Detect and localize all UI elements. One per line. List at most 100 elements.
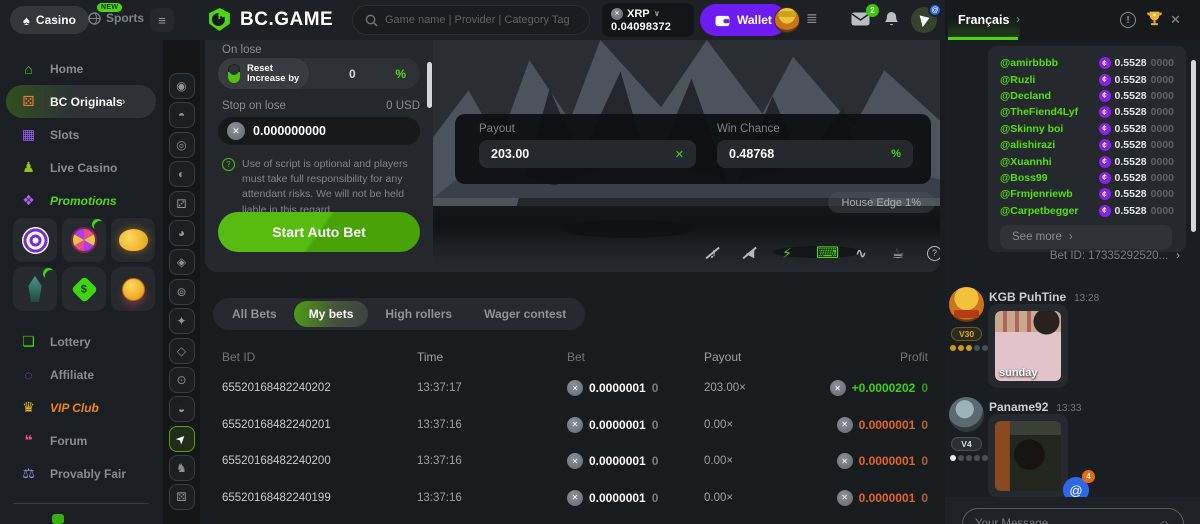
help-icon[interactable]: ? (927, 246, 940, 261)
message-author-row: KGB PuhTine 13:28 (989, 290, 1099, 304)
tab-all-bets[interactable]: All Bets (217, 301, 292, 327)
tab-my-bets[interactable]: My bets (294, 301, 369, 327)
chat-language-tab[interactable]: Français (958, 13, 1009, 27)
rain-row[interactable]: @Skinny boi¢0.55280000 (1000, 121, 1174, 137)
table-row[interactable]: 65520168482240202 13:37:17 ✕0.00000010 2… (205, 370, 940, 407)
rain-row[interactable]: @Carpetbegger¢0.55280000 (1000, 203, 1174, 219)
user-avatar[interactable] (774, 7, 800, 33)
game-strip-icon[interactable]: ⚄ (169, 484, 195, 510)
emoji-icon[interactable]: ☺ (1158, 517, 1171, 524)
game-strip-icon[interactable]: ◈ (169, 249, 195, 275)
hotkeys-icon[interactable]: ⌨ (816, 243, 832, 263)
game-strip-icon[interactable]: ◎ (169, 132, 195, 158)
currency-selector[interactable]: ✕ XRP ∨ 0.04098372 (602, 3, 694, 37)
main-sidebar: ⌂ Home ⚄ BC Originals › ▦ Slots ♟ Live C… (0, 40, 163, 524)
increase-value-input[interactable]: 0 (309, 67, 395, 81)
bcgame-app: ♠ Casino Sports NEW ≡ BC.GAME ✕ XRP (0, 0, 1200, 524)
collapse-menu-button[interactable]: ≡ (150, 8, 174, 32)
table-row[interactable]: 65520168482240200 13:37:16 ✕0.00000010 0… (205, 443, 940, 480)
table-row[interactable]: 65520168482240199 13:37:16 ✕0.00000010 0… (205, 480, 940, 517)
payout-cell: 0.00× (704, 455, 819, 467)
turbo-bolt-icon[interactable]: ⚡ (779, 245, 795, 262)
game-strip-icon[interactable]: ◒ (169, 396, 195, 422)
win-chance-input[interactable]: 0.48768 % (717, 140, 913, 168)
close-chat-button[interactable]: ✕ (1170, 12, 1181, 28)
promo-tile-rocket[interactable] (13, 267, 57, 311)
rain-row[interactable]: @alishirazi¢0.55280000 (1000, 137, 1174, 153)
bet-id-link[interactable]: Bet ID: 17335292520... › (1050, 250, 1180, 262)
table-row[interactable]: 65520168482240201 13:37:16 ✕0.00000010 0… (205, 407, 940, 444)
chat-scrollbar[interactable] (1191, 60, 1196, 232)
bet-panel-scrollbar[interactable] (427, 62, 432, 108)
rain-recipients-card: @amirbbbb¢0.55280000 @Ruzli¢0.55280000 @… (988, 46, 1186, 252)
sports-toggle[interactable]: Sports (88, 11, 144, 25)
game-strip-icon[interactable]: ◓ (169, 102, 195, 128)
username[interactable]: KGB PuhTine (989, 290, 1066, 304)
promo-tile-lucky-wheel[interactable] (62, 218, 106, 262)
leaderboard-button[interactable] (1146, 10, 1163, 27)
rain-row[interactable]: @Boss99¢0.55280000 (1000, 170, 1174, 186)
game-strip-icon[interactable]: ◉ (169, 73, 195, 99)
game-strip-icon[interactable]: ♞ (169, 455, 195, 481)
avatar[interactable] (949, 287, 984, 322)
seed-icon[interactable]: ☕ (890, 245, 906, 262)
rain-row[interactable]: @Decland¢0.55280000 (1000, 88, 1174, 104)
sidebar-item-live-casino[interactable]: ♟ Live Casino (0, 151, 163, 184)
casino-toggle[interactable]: ♠ Casino (10, 6, 89, 34)
sidebar-item-promotions[interactable]: ❖ Promotions (0, 184, 163, 217)
bcgame-logo[interactable]: BC.GAME (207, 7, 333, 32)
chat-gif-image[interactable]: sunday (995, 311, 1061, 381)
game-strip-icon[interactable]: ◐ (169, 161, 195, 187)
game-strip-icon[interactable]: ◇ (169, 338, 195, 364)
tab-high-rollers[interactable]: High rollers (370, 301, 467, 327)
game-strip-icon[interactable]: ⚂ (169, 191, 195, 217)
gif-caption: sunday (999, 367, 1038, 379)
notifications-button[interactable] (884, 11, 899, 27)
game-strip-icon[interactable]: ✦ (169, 308, 195, 334)
promo-tile-spin-wheel[interactable] (13, 218, 57, 262)
bet-list-button[interactable]: ≣ (806, 10, 818, 27)
clear-x-icon[interactable]: ✕ (675, 148, 684, 161)
coin-icon: ¢ (1099, 139, 1111, 151)
rain-row[interactable]: @TheFiend4Lyf¢0.55280000 (1000, 104, 1174, 120)
game-strip-icon[interactable]: ⊙ (169, 367, 195, 393)
avatar[interactable] (949, 397, 984, 432)
stop-on-lose-input[interactable]: ✕ 0.000000000 (218, 117, 420, 145)
see-more-button[interactable]: See more › (1000, 225, 1172, 249)
sidebar-item-forum[interactable]: ❝ Forum (0, 424, 163, 457)
rain-row[interactable]: @Ruzli¢0.55280000 (1000, 71, 1174, 87)
sidebar-item-home[interactable]: ⌂ Home (0, 52, 163, 85)
trends-icon[interactable]: ∿ (853, 245, 869, 262)
sidebar-item-bc-originals[interactable]: ⚄ BC Originals › (0, 85, 163, 118)
start-auto-bet-button[interactable]: Start Auto Bet (218, 212, 420, 252)
chat-rules-button[interactable]: ! (1120, 12, 1136, 28)
language-chevron-icon[interactable]: › (1016, 12, 1020, 26)
reset-increase-toggle[interactable]: Reset Increase by (218, 58, 309, 89)
username[interactable]: Paname92 (989, 400, 1048, 414)
game-strip-icon-active[interactable]: ➤ (169, 426, 195, 452)
sidebar-item-provably-fair[interactable]: ⚖ Provably Fair (0, 457, 163, 490)
promo-tile-gold-coin[interactable] (111, 267, 155, 311)
payout-input[interactable]: 203.00 ✕ (479, 140, 696, 168)
promo-tile-bonus-tag[interactable]: ¢$ (62, 267, 106, 311)
game-strip-icon[interactable]: ⊚ (169, 279, 195, 305)
chat-gif-image[interactable] (995, 421, 1061, 491)
search-input[interactable] (385, 14, 575, 26)
rain-row[interactable]: @amirbbbb¢0.55280000 (1000, 55, 1174, 71)
rain-row[interactable]: @Xuannhi¢0.55280000 (1000, 153, 1174, 169)
game-strip-icon[interactable]: ◕ (169, 220, 195, 246)
sidebar-item-vip-club[interactable]: ♛ VIP Club (0, 391, 163, 424)
sidebar-item-slots[interactable]: ▦ Slots (0, 118, 163, 151)
game-search[interactable] (352, 5, 590, 35)
sound-off-icon[interactable]: ◄ (742, 245, 758, 261)
promo-tile-piggy-bank[interactable] (111, 218, 155, 262)
trophy-icon (1146, 10, 1163, 27)
sidebar-item-affiliate[interactable]: ◌ Affiliate (0, 358, 163, 391)
tab-wager-contest[interactable]: Wager contest (469, 301, 581, 327)
rain-row[interactable]: @Frmjenriewb¢0.55280000 (1000, 186, 1174, 202)
chat-message-input[interactable]: Your Message ☺ (962, 508, 1184, 524)
sidebar-bottom-icon[interactable] (52, 514, 64, 524)
sidebar-item-lottery[interactable]: ❏ Lottery (0, 325, 163, 358)
game-canvas: Payout 203.00 ✕ Win Chance 0.48768 % Hou… (433, 40, 940, 272)
music-off-icon[interactable]: ♪ (705, 245, 721, 261)
